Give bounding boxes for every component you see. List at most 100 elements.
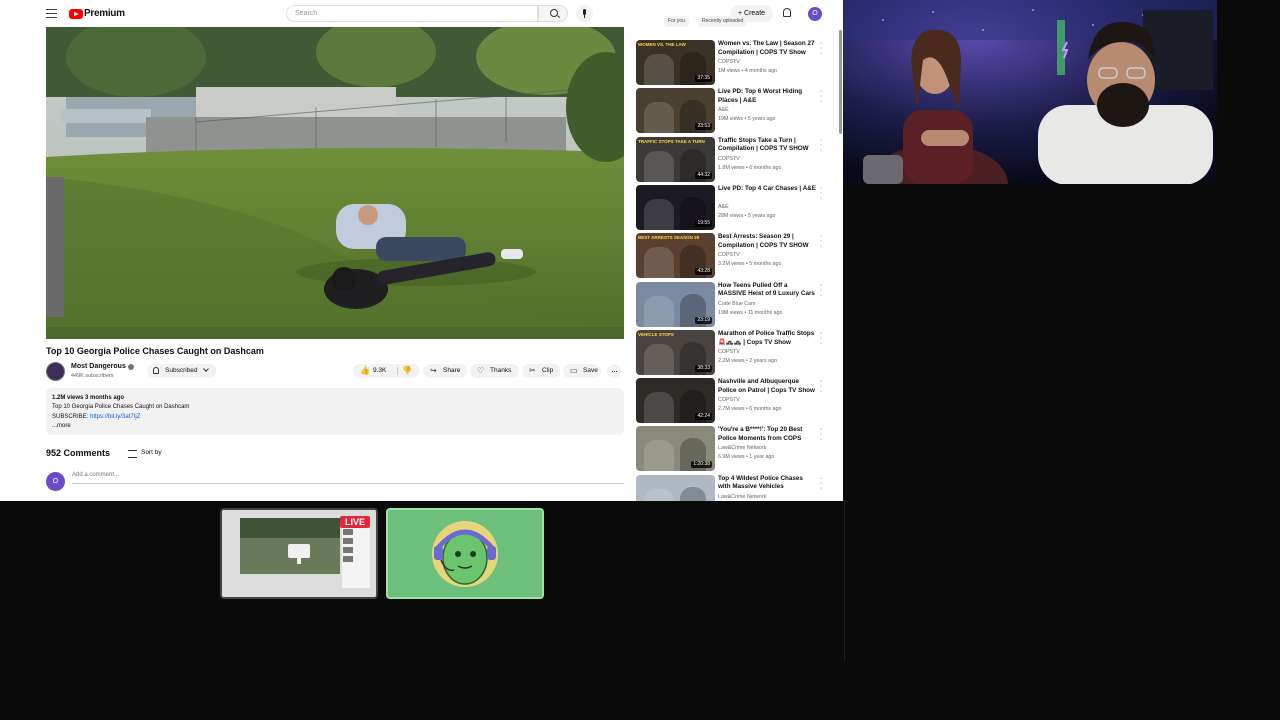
mascot-avatar-image: [388, 510, 542, 597]
recommendation-item[interactable]: BEST ARRESTS SEASON 29 43:28 Best Arrests:…: [636, 233, 836, 279]
recommendation-title[interactable]: Best Arrests: Season 29 | Compilation | …: [718, 233, 816, 251]
recommendation-title[interactable]: Live PD: Top 6 Worst Hiding Places | A&E: [718, 88, 816, 106]
thumbnail-caption: BEST ARRESTS SEASON 29: [638, 235, 700, 241]
more-options-icon[interactable]: · · ·: [819, 185, 823, 202]
recommendation-item[interactable]: TRAFFIC STOPS TAKE A TURN 44:32 Traffic St…: [636, 136, 836, 183]
video-thumbnail[interactable]: VEHICLE STOPS 38:33: [636, 329, 715, 375]
recommendation-item[interactable]: 23:53 Live PD: Top 6 Worst Hiding Places …: [636, 88, 836, 134]
recommendation-title[interactable]: Women vs. The Law | Season 27 Compilatio…: [718, 40, 816, 58]
clip-button[interactable]: ✂ Clip: [522, 364, 560, 378]
sort-by-button[interactable]: Sort by: [128, 449, 162, 458]
add-comment-input[interactable]: Add a comment...: [72, 472, 624, 484]
subscriber-count: 449K subscribers: [71, 373, 114, 379]
recommendation-item[interactable]: WOMEN VS. THE LAW 37:35 Women vs. The Law …: [636, 40, 836, 86]
recommendation-channel[interactable]: COPSTV: [718, 397, 740, 403]
recommendation-meta: 1.8M views • 6 months ago: [718, 164, 782, 171]
recommendation-item[interactable]: VEHICLE STOPS 38:33 Marathon of Police Tra…: [636, 329, 836, 376]
recommendation-channel[interactable]: COPSTV: [718, 156, 740, 162]
save-label: Save: [583, 367, 598, 374]
recommendation-meta: 2.2M views • 2 years ago: [718, 357, 777, 364]
recommendation-item[interactable]: 19:55 Live PD: Top 4 Car Chases | A&E A&E 2…: [636, 184, 836, 231]
like-icon[interactable]: 👍: [360, 367, 370, 375]
recommendation-title[interactable]: Nashville and Albuquerque Police on Patr…: [718, 378, 816, 396]
channel-name[interactable]: Most Dangerous: [71, 363, 126, 370]
thumbnail-figure: [644, 198, 674, 230]
recommendation-title[interactable]: Traffic Stops Take a Turn | Compilation …: [718, 137, 816, 155]
recommendation-meta: 2.7M views • 6 months ago: [718, 406, 782, 413]
menu-icon[interactable]: [46, 9, 57, 18]
more-options-icon[interactable]: · · ·: [819, 282, 823, 299]
thumbnail-figure: [644, 150, 674, 182]
live-badge: LIVE: [339, 516, 370, 528]
description-line: Top 10 Georgia Police Chases Caught on D…: [52, 404, 190, 411]
divider: [397, 367, 398, 375]
dislike-icon[interactable]: 👎: [402, 367, 412, 375]
recommendation-channel[interactable]: COPSTV: [718, 252, 740, 258]
more-options-icon[interactable]: · · ·: [819, 330, 823, 347]
recommendation-channel[interactable]: COPSTV: [718, 59, 740, 65]
chip-for-you[interactable]: For you: [664, 16, 689, 27]
thanks-button[interactable]: ♡ Thanks: [470, 364, 519, 378]
scene-tile-live[interactable]: LIVE: [220, 508, 378, 599]
thanks-label: Thanks: [490, 367, 512, 374]
more-options-icon[interactable]: · · ·: [819, 378, 823, 395]
video-thumbnail[interactable]: WOMEN VS. THE LAW 37:35: [636, 40, 715, 85]
recommendation-title[interactable]: How Teens Pulled Off a MASSIVE Heist of …: [718, 282, 816, 300]
video-duration: 38:33: [695, 364, 712, 372]
show-more-link[interactable]: ...more: [52, 422, 618, 431]
recommendation-item[interactable]: 42:24 Nashville and Albuquerque Police on…: [636, 378, 836, 424]
save-button[interactable]: ▭ Save: [563, 364, 601, 378]
recommendation-item[interactable]: 23:19 How Teens Pulled Off a MASSIVE Heis…: [636, 281, 836, 328]
subscribed-button[interactable]: Subscribed: [147, 364, 216, 378]
share-button[interactable]: ↪ Share: [423, 364, 467, 378]
recommendation-channel[interactable]: Code Blue Cam: [718, 301, 755, 307]
more-actions-icon[interactable]: ···: [607, 364, 621, 378]
more-options-icon[interactable]: · · ·: [819, 233, 823, 250]
bell-icon: [153, 367, 159, 374]
brand-label[interactable]: Premium: [84, 8, 125, 19]
recommendation-title[interactable]: Marathon of Police Traffic Stops 🚨🚓🚓 | C…: [718, 330, 816, 348]
video-thumbnail[interactable]: 23:19: [636, 281, 715, 327]
search-input[interactable]: Search: [286, 5, 538, 22]
channel-avatar[interactable]: [46, 362, 65, 381]
webcam-feed: [843, 0, 1217, 184]
video-title: Top 10 Georgia Police Chases Caught on D…: [46, 346, 264, 356]
video-thumbnail[interactable]: [636, 474, 715, 501]
chip-recently-uploaded[interactable]: Recently uploaded: [698, 16, 748, 27]
more-options-icon[interactable]: · · ·: [819, 40, 823, 57]
clip-label: Clip: [542, 367, 554, 374]
search-icon[interactable]: [538, 5, 568, 22]
video-thumbnail[interactable]: 1:20:38: [636, 426, 715, 472]
recommendation-item[interactable]: 1:20:38 'You're a B****!': Top 20 Best Po…: [636, 426, 836, 472]
recommendation-channel[interactable]: COPSTV: [718, 349, 740, 355]
video-thumbnail[interactable]: BEST ARRESTS SEASON 29 43:28: [636, 233, 715, 279]
video-thumbnail[interactable]: 42:24: [636, 378, 715, 424]
recommendation-channel[interactable]: A&E: [718, 107, 729, 113]
description-box[interactable]: 1.2M views 3 months ago Top 10 Georgia P…: [46, 388, 624, 435]
more-options-icon[interactable]: · · ·: [819, 137, 823, 154]
filter-chips: For you Recently uploaded: [636, 16, 836, 27]
recommendation-channel[interactable]: Law&Crime Network: [718, 445, 766, 451]
sidebar-scrollbar[interactable]: [839, 30, 842, 134]
recommendation-channel[interactable]: Law&Crime Network: [718, 494, 766, 500]
more-options-icon[interactable]: · · ·: [819, 426, 823, 443]
subscribe-link[interactable]: https://bit.ly/3at7IjZ: [90, 414, 140, 420]
video-thumbnail[interactable]: 19:55: [636, 184, 715, 230]
recommendation-item[interactable]: Top 4 Wildest Police Chases with Massive…: [636, 474, 836, 501]
view-stats: 1.2M views 3 months ago: [52, 395, 125, 401]
more-options-icon[interactable]: · · ·: [819, 475, 823, 492]
video-player[interactable]: [46, 27, 624, 339]
microphone-icon[interactable]: [576, 5, 593, 22]
recommendation-title[interactable]: Top 4 Wildest Police Chases with Massive…: [718, 475, 816, 493]
scene-tile-avatar[interactable]: [386, 508, 544, 599]
recommendation-title[interactable]: Live PD: Top 4 Car Chases | A&E: [718, 185, 816, 194]
video-thumbnail[interactable]: TRAFFIC STOPS TAKE A TURN 44:32: [636, 136, 715, 182]
like-dislike-group: 👍 9.3K 👎: [353, 364, 419, 378]
recommendation-meta: 28M views • 5 years ago: [718, 212, 776, 219]
youtube-logo-icon[interactable]: [69, 9, 83, 19]
like-count[interactable]: 9.3K: [373, 364, 386, 378]
more-options-icon[interactable]: · · ·: [819, 88, 823, 105]
video-thumbnail[interactable]: 23:53: [636, 88, 715, 134]
recommendation-title[interactable]: 'You're a B****!': Top 20 Best Police Mo…: [718, 426, 816, 444]
recommendation-channel[interactable]: A&E: [718, 204, 729, 210]
